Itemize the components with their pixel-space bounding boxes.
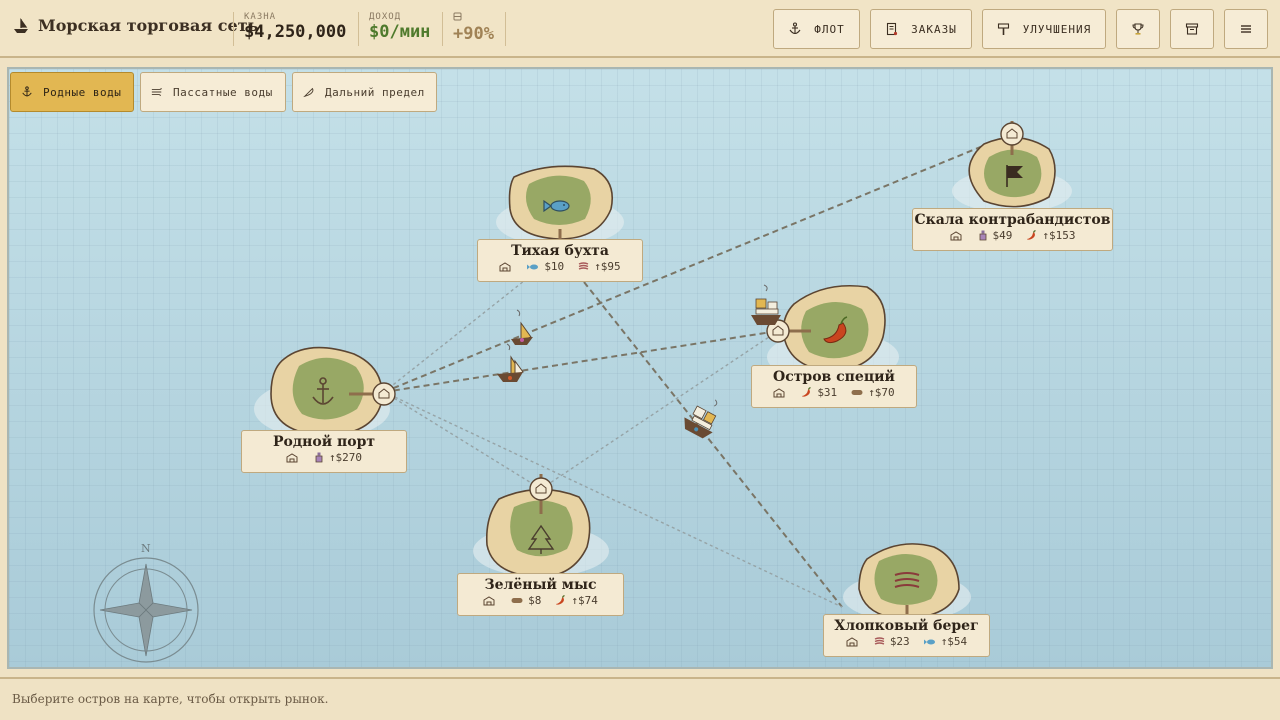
bonus-stat: +90%	[442, 12, 506, 46]
island-name: Хлопковый берег	[834, 618, 979, 634]
island-label-cotton[interactable]: Хлопковый берег $23 ↑$54	[823, 614, 990, 657]
good-price: ↑$153	[1042, 229, 1076, 242]
fleet-label: ФЛОТ	[814, 22, 845, 36]
warehouse-icon	[773, 387, 785, 397]
cloth-icon	[874, 637, 885, 645]
warehouse-icon	[483, 595, 495, 605]
tab-home-waters[interactable]: Родные воды	[10, 72, 134, 112]
routes	[383, 133, 1013, 608]
pepper-icon	[802, 387, 812, 397]
tab-far-reach[interactable]: Дальний предел	[292, 72, 437, 112]
status-bar: Выберите остров на карте, чтобы открыть …	[0, 677, 1280, 720]
harbor-marker[interactable]	[1000, 122, 1024, 146]
island-calm[interactable]	[496, 165, 624, 246]
pepper-icon	[556, 595, 566, 605]
fish-icon	[923, 639, 935, 644]
treasury-stat: КАЗНА $4,250,000	[233, 12, 358, 46]
anchor-icon	[22, 86, 32, 97]
island-name: Остров специй	[773, 369, 895, 385]
achievements-button[interactable]	[1116, 9, 1160, 49]
potion-icon	[315, 452, 323, 463]
good-price: ↑$270	[328, 451, 363, 464]
status-text: Выберите остров на карте, чтобы открыть …	[12, 692, 329, 706]
income-value: $0/мин	[369, 22, 431, 42]
ship-logo-icon	[14, 17, 28, 33]
island-label-spice[interactable]: Остров специй $31 ↑$70	[751, 365, 917, 408]
barrel-icon	[453, 12, 462, 21]
route-home-spice[interactable]	[383, 330, 779, 393]
top-bar: Морская торговая сеть КАЗНА $4,250,000 Д…	[0, 0, 1280, 58]
income-label: ДОХОД	[369, 12, 402, 22]
feather-icon	[303, 87, 314, 98]
island-label-green[interactable]: Зелёный мыс $8 ↑$74	[457, 573, 624, 616]
hammer-icon	[997, 23, 1009, 35]
harbor-marker[interactable]	[372, 382, 396, 406]
bonus-value: +90%	[453, 24, 494, 44]
island-name: Зелёный мыс	[484, 577, 597, 593]
cloth-icon	[578, 262, 589, 270]
orders-button[interactable]: ЗАКАЗЫ	[870, 9, 972, 49]
wind-icon	[151, 88, 162, 96]
good-price: ↑$54	[940, 635, 968, 648]
tab-label: Родные воды	[43, 85, 122, 99]
island-label-calm[interactable]: Тихая бухта $10 ↑$95	[477, 239, 643, 282]
trophy-icon	[1132, 23, 1144, 35]
ship-yellow-sail[interactable]	[497, 343, 524, 382]
fleet-button[interactable]: ФЛОТ	[773, 9, 860, 49]
good-price: $31	[817, 386, 838, 399]
treasury-value: $4,250,000	[244, 22, 347, 42]
tab-label: Дальний предел	[325, 85, 425, 99]
island-name: Скала контрабандистов	[914, 212, 1111, 228]
harbor-marker[interactable]	[529, 477, 553, 501]
menu-button[interactable]	[1224, 9, 1268, 49]
route-home-green[interactable]	[383, 391, 542, 490]
hamburger-menu-icon	[1241, 25, 1251, 33]
archive-icon	[1185, 23, 1199, 35]
good-price: ↑$70	[868, 386, 895, 399]
island-label-smuggler[interactable]: Скала контрабандистов $49 ↑$153	[912, 208, 1113, 251]
orders-scroll-icon	[887, 22, 898, 36]
app-title: Морская торговая сеть	[38, 16, 259, 35]
brand: Морская торговая сеть	[12, 16, 258, 35]
archive-button[interactable]	[1170, 9, 1214, 49]
island-home[interactable]	[254, 346, 396, 439]
island-name: Тихая бухта	[511, 243, 609, 259]
ship-merchant-brig[interactable]	[680, 391, 727, 441]
warehouse-icon	[286, 452, 298, 462]
ship-small-sail[interactable]	[511, 309, 533, 345]
map-canvas	[93, 121, 1072, 663]
fish-icon	[527, 264, 539, 269]
good-price: $23	[889, 635, 910, 648]
ship-cargo-galleon[interactable]	[751, 284, 781, 325]
pepper-icon	[1027, 230, 1037, 240]
route-green-spice[interactable]	[540, 330, 779, 490]
island-name: Родной порт	[272, 434, 376, 450]
good-price: $49	[992, 229, 1013, 242]
good-price: ↑$74	[571, 594, 598, 607]
upgrades-label: УЛУЧШЕНИЯ	[1022, 22, 1092, 36]
good-price: ↑$95	[594, 260, 621, 273]
sea-map[interactable]: N Родные воды Пассатные воды Дальний пре…	[7, 67, 1273, 669]
tab-label: Пассатные воды	[173, 85, 273, 99]
income-stat: ДОХОД $0/мин	[358, 12, 442, 46]
island-label-home[interactable]: Родной порт ↑$270	[241, 430, 407, 473]
upgrades-button[interactable]: УЛУЧШЕНИЯ	[982, 9, 1106, 49]
island-green[interactable]	[473, 474, 609, 578]
treasury-label: КАЗНА	[244, 12, 277, 22]
good-price: $10	[544, 260, 565, 273]
warehouse-icon	[950, 230, 961, 240]
orders-label: ЗАКАЗЫ	[911, 22, 957, 36]
island-cotton[interactable]	[843, 543, 971, 621]
island-smuggler[interactable]	[952, 121, 1072, 213]
tab-trade-winds[interactable]: Пассатные воды	[140, 72, 286, 112]
potion-icon	[979, 230, 986, 241]
log-icon	[851, 390, 863, 395]
log-icon	[511, 598, 523, 603]
warehouse-icon	[846, 636, 858, 646]
compass-rose	[93, 557, 199, 663]
compass-north-label: N	[141, 542, 151, 555]
anchor-icon	[789, 22, 801, 35]
good-price: $8	[528, 594, 542, 607]
warehouse-icon	[499, 261, 511, 271]
